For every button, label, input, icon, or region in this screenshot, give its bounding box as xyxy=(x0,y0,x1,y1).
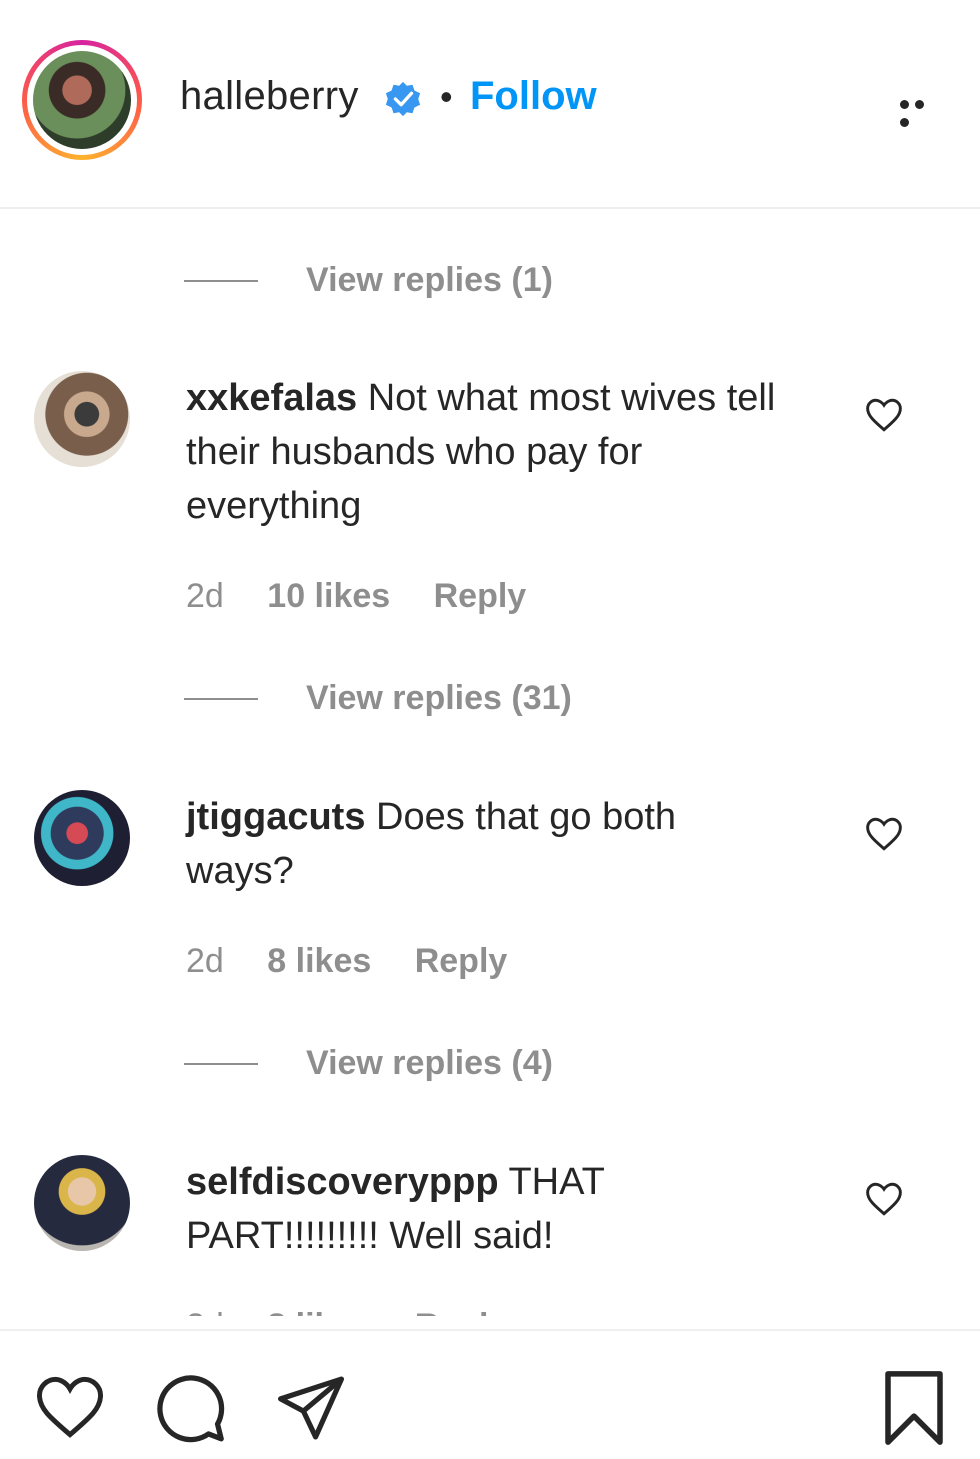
comment-meta: 2d 10 likes Reply xyxy=(186,577,526,616)
reply-divider-line xyxy=(184,698,258,700)
view-replies-label: View replies (1) xyxy=(306,261,553,299)
post-action-bar xyxy=(0,1329,980,1459)
comment-body: selfdiscoveryppp THAT PART!!!!!!!!! Well… xyxy=(186,1155,646,1263)
bookmark-icon[interactable] xyxy=(880,1369,948,1447)
comment-username[interactable]: selfdiscoveryppp xyxy=(186,1161,499,1203)
comment-likes[interactable]: 8 likes xyxy=(267,1307,371,1316)
header-username[interactable]: halleberry xyxy=(180,74,359,119)
comment-meta: 2d 8 likes Reply xyxy=(186,1307,507,1316)
comment-time: 2d xyxy=(186,577,224,615)
comment-body: jtiggacuts Does that go both ways? xyxy=(186,790,786,898)
view-replies-label: View replies (4) xyxy=(306,1044,553,1082)
profile-avatar[interactable] xyxy=(22,40,142,160)
share-icon[interactable] xyxy=(274,1373,348,1443)
heart-icon[interactable] xyxy=(864,1181,904,1217)
verified-badge-icon xyxy=(385,81,421,117)
comment-time: 2d xyxy=(186,1307,224,1316)
heart-icon[interactable] xyxy=(864,397,904,433)
reply-divider-line xyxy=(184,1063,258,1065)
comment-username[interactable]: jtiggacuts xyxy=(186,796,365,838)
comment-meta: 2d 8 likes Reply xyxy=(186,942,507,981)
heart-icon[interactable] xyxy=(864,816,904,852)
comment-likes[interactable]: 8 likes xyxy=(267,942,371,980)
comments-list: View replies (1) xxkefalas Not what most… xyxy=(0,211,980,1316)
reply-button[interactable]: Reply xyxy=(434,577,527,615)
more-options-icon[interactable] xyxy=(900,96,944,127)
view-replies-label: View replies (31) xyxy=(306,679,572,717)
commenter-avatar[interactable] xyxy=(34,371,130,467)
heart-icon[interactable] xyxy=(34,1375,106,1439)
comment-username[interactable]: xxkefalas xyxy=(186,377,357,419)
post-header: halleberry • Follow xyxy=(0,0,980,209)
reply-button[interactable]: Reply xyxy=(415,942,508,980)
comment-body: xxkefalas Not what most wives tell their… xyxy=(186,371,786,533)
follow-button[interactable]: Follow xyxy=(470,74,597,119)
commenter-avatar[interactable] xyxy=(34,1155,130,1251)
comment-likes[interactable]: 10 likes xyxy=(267,577,390,615)
reply-button[interactable]: Reply xyxy=(415,1307,508,1316)
separator-dot: • xyxy=(440,76,453,117)
commenter-avatar[interactable] xyxy=(34,790,130,886)
comment-icon[interactable] xyxy=(154,1371,228,1445)
reply-divider-line xyxy=(184,280,258,282)
comment-time: 2d xyxy=(186,942,224,980)
